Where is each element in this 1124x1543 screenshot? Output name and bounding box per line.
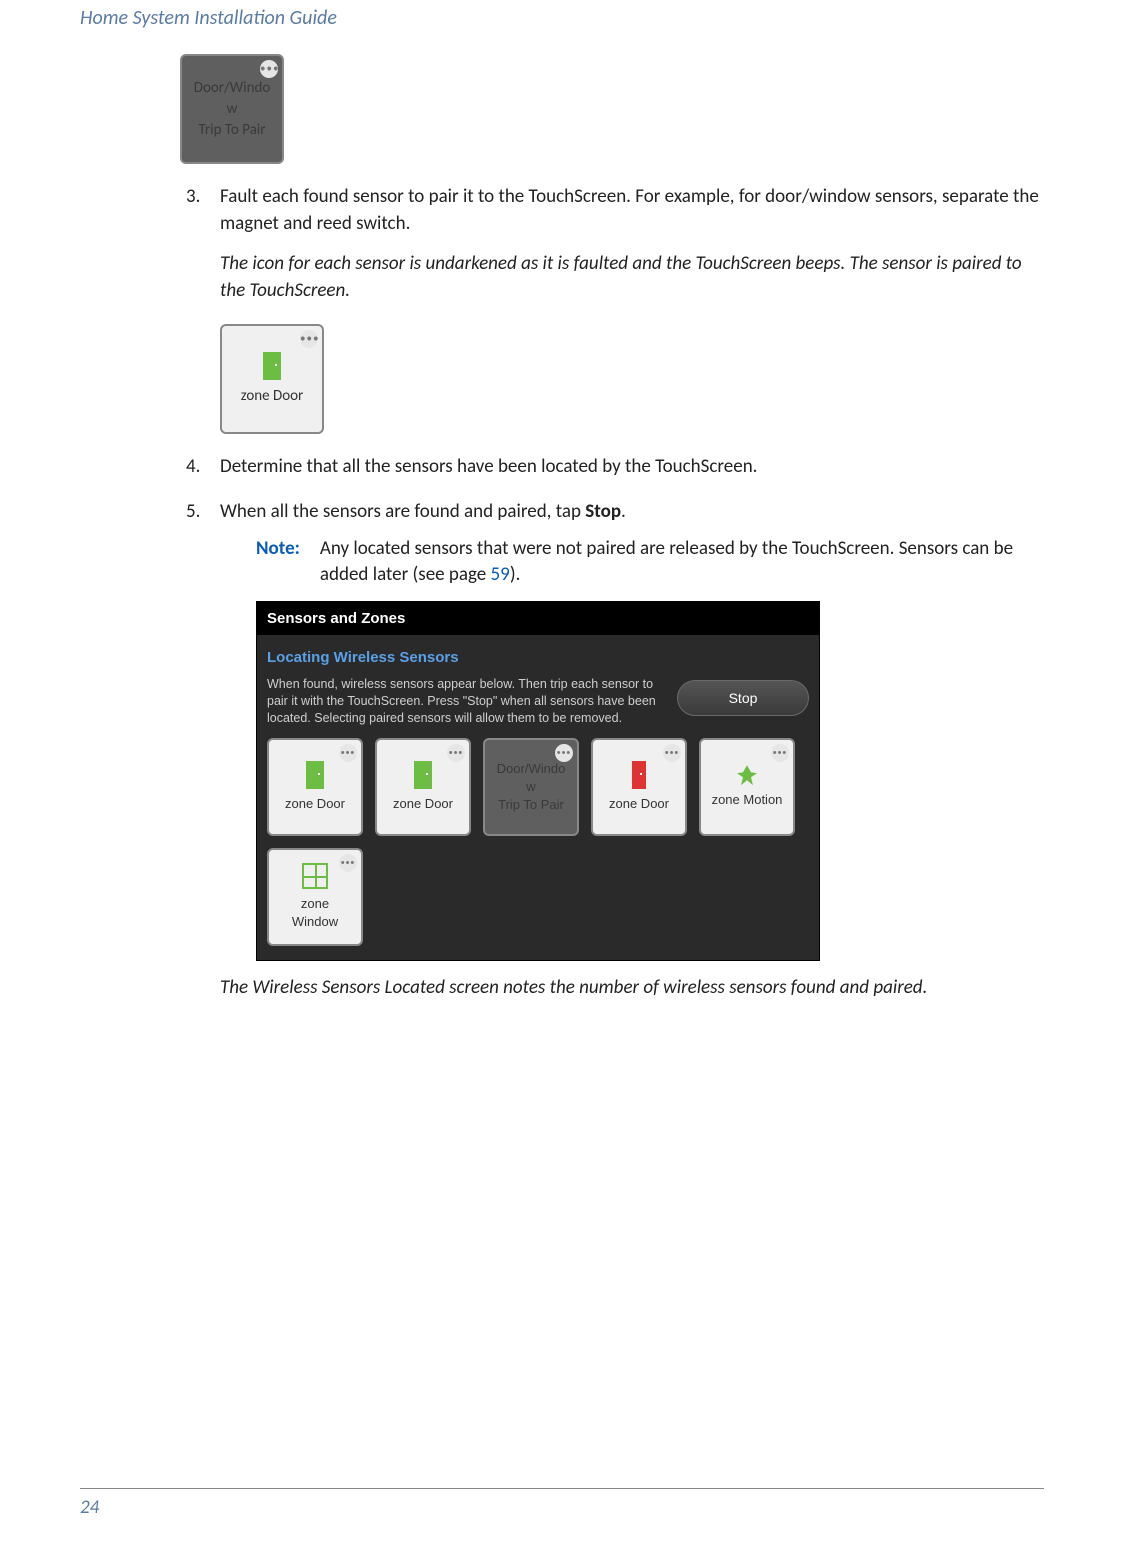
door-icon <box>414 761 432 789</box>
step-result: The icon for each sensor is undarkened a… <box>220 251 1044 304</box>
door-open-icon <box>632 761 646 789</box>
tile-line: Door/Windo <box>497 760 566 778</box>
tile-menu-icon[interactable]: ••• <box>339 744 357 762</box>
step-text: Determine that all the sensors have been… <box>220 455 757 478</box>
sensor-tile-door-window-unpaired: ••• Door/Windo w Trip To Pair <box>180 54 284 164</box>
step-text: Fault each found sensor to pair it to th… <box>220 185 1039 235</box>
tile-line: Window <box>292 913 338 931</box>
sensor-tile-zone-door: ••• zone Door <box>220 324 324 434</box>
tile-label: zone Motion <box>712 791 783 809</box>
touchscreen-sensors-zones: Sensors and Zones Locating Wireless Sens… <box>256 601 820 962</box>
footer-rule <box>80 1488 1044 1489</box>
step-text: When all the sensors are found and paire… <box>220 500 626 523</box>
tile-menu-icon[interactable]: ••• <box>339 854 357 872</box>
tile-menu-icon[interactable]: ••• <box>555 744 573 762</box>
note-block: Note: Any located sensors that were not … <box>256 536 1044 589</box>
tile-menu-icon[interactable]: ••• <box>771 744 789 762</box>
note-label: Note: <box>256 536 300 589</box>
sensor-tile-door-window-unpaired[interactable]: ••• Door/Windo w Trip To Pair <box>483 738 579 836</box>
tile-label: zone Door <box>241 386 304 407</box>
step-prefix: When all the sensors are found and paire… <box>220 500 585 523</box>
step-4: Determine that all the sensors have been… <box>180 454 1044 481</box>
stop-word: Stop <box>585 500 621 523</box>
figure-paired-tile: ••• zone Door <box>220 324 1044 434</box>
screen-subtitle: Locating Wireless Sensors <box>257 635 819 670</box>
page-number: 24 <box>80 1496 99 1519</box>
page-link[interactable]: 59 <box>491 563 510 586</box>
tile-menu-icon[interactable]: ••• <box>447 744 465 762</box>
note-prefix: Any located sensors that were not paired… <box>320 537 1013 587</box>
document-header: Home System Installation Guide <box>80 0 1044 30</box>
note-suffix: ). <box>510 563 521 586</box>
tile-line: w <box>526 778 535 796</box>
motion-icon <box>737 765 757 785</box>
tile-line: w <box>227 99 238 120</box>
sensor-tile-grid: ••• zone Door ••• zone Door ••• <box>267 738 809 946</box>
sensor-tile-zone-door[interactable]: ••• zone Door <box>375 738 471 836</box>
stop-button[interactable]: Stop <box>677 680 809 716</box>
tile-label: zone Door <box>393 795 453 813</box>
figure-unpaired-tile: ••• Door/Windo w Trip To Pair <box>180 54 1044 164</box>
tile-line: Trip To Pair <box>199 120 266 141</box>
step-3: Fault each found sensor to pair it to th… <box>180 184 1044 434</box>
door-icon <box>263 352 281 380</box>
window-icon <box>302 863 328 889</box>
tile-label: zone Door <box>285 795 345 813</box>
tile-menu-icon[interactable]: ••• <box>663 744 681 762</box>
screen-title: Sensors and Zones <box>257 602 819 635</box>
sensor-tile-zone-door[interactable]: ••• zone Door <box>267 738 363 836</box>
sensor-tile-zone-window[interactable]: ••• zone Window <box>267 848 363 946</box>
tile-line: zone <box>301 895 329 913</box>
screen-help-text: When found, wireless sensors appear belo… <box>267 676 663 727</box>
figure-caption: The Wireless Sensors Located screen note… <box>220 975 1044 1002</box>
step-5: When all the sensors are found and paire… <box>180 499 1044 1002</box>
tile-menu-icon: ••• <box>300 330 318 348</box>
note-body: Any located sensors that were not paired… <box>320 536 1044 589</box>
door-icon <box>306 761 324 789</box>
tile-line: Trip To Pair <box>498 796 564 814</box>
sensor-tile-zone-motion[interactable]: ••• zone Motion <box>699 738 795 836</box>
tile-label: zone Door <box>609 795 669 813</box>
step-suffix: . <box>621 500 626 523</box>
tile-menu-icon: ••• <box>260 60 278 78</box>
tile-line: Door/Windo <box>194 78 271 99</box>
sensor-tile-zone-door-open[interactable]: ••• zone Door <box>591 738 687 836</box>
